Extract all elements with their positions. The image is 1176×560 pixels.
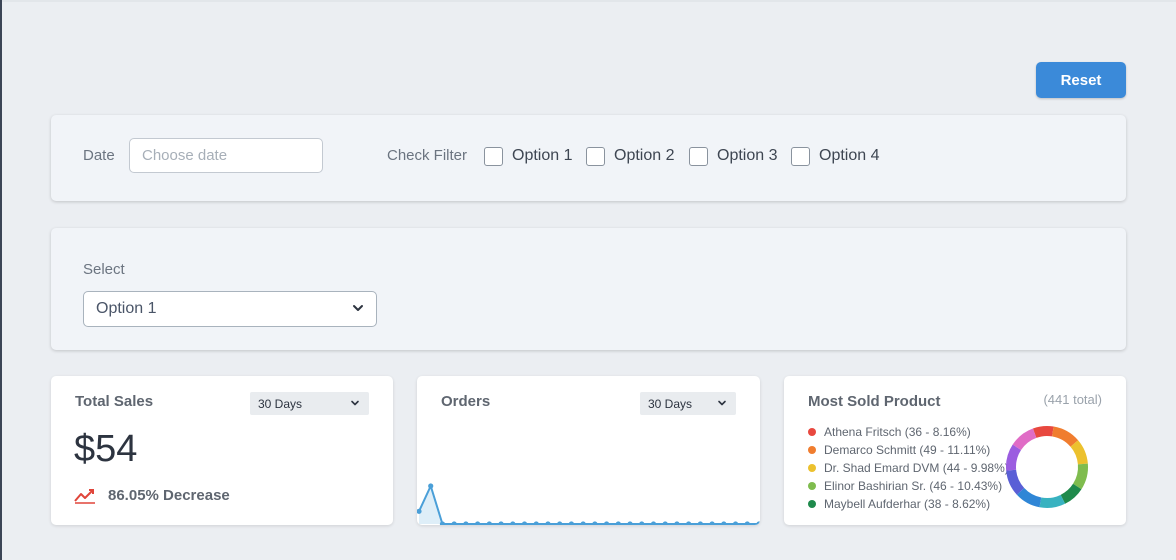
orders-point xyxy=(533,521,539,525)
check-filter-label: Check Filter xyxy=(387,147,468,164)
orders-point xyxy=(639,521,645,525)
checkbox-box[interactable] xyxy=(586,146,605,166)
donut-slice xyxy=(1006,444,1022,471)
donut-slice xyxy=(1039,494,1066,508)
donut-slice xyxy=(1016,487,1042,508)
product-legend: Athena Fritsch (36 - 8.16%) Demarco Schm… xyxy=(808,423,1009,513)
orders-point xyxy=(662,521,668,525)
orders-point xyxy=(615,521,621,525)
orders-point xyxy=(697,521,703,525)
date-input[interactable] xyxy=(129,138,323,173)
orders-point xyxy=(486,521,492,525)
select-label: Select xyxy=(83,261,125,278)
checkbox-label: Option 2 xyxy=(614,147,675,164)
orders-point xyxy=(521,521,528,525)
most-sold-card: Most Sold Product (441 total) Athena Fri… xyxy=(784,376,1126,525)
trend-down-icon xyxy=(74,488,95,504)
chevron-down-icon xyxy=(353,305,363,311)
filter-panel: Date Check Filter Option 1 Option 2 Opti… xyxy=(51,115,1126,201)
checkbox-box[interactable] xyxy=(791,146,810,166)
orders-point xyxy=(744,521,750,525)
chevron-down-icon xyxy=(351,400,359,406)
orders-point xyxy=(557,521,563,525)
checkbox-label: Option 1 xyxy=(512,147,573,164)
orders-point xyxy=(592,521,598,525)
legend-item: Maybell Aufderhar (38 - 8.62%) xyxy=(808,495,1009,513)
card-title: Most Sold Product xyxy=(808,393,941,410)
checkbox-option-1[interactable]: Option 1 xyxy=(484,146,572,166)
donut-slice xyxy=(1070,440,1088,465)
legend-dot xyxy=(808,500,816,508)
checkbox-option-4[interactable]: Option 4 xyxy=(791,146,879,166)
legend-dot xyxy=(808,446,816,454)
legend-item: Elinor Bashirian Sr. (46 - 10.43%) xyxy=(808,477,1009,495)
legend-label: Maybell Aufderhar (38 - 8.62%) xyxy=(824,497,991,511)
donut-slice xyxy=(1060,483,1082,504)
checkbox-label: Option 3 xyxy=(717,147,778,164)
legend-label: Athena Fritsch (36 - 8.16%) xyxy=(824,425,971,439)
checkbox-option-2[interactable]: Option 2 xyxy=(586,146,674,166)
legend-label: Demarco Schmitt (49 - 11.11%) xyxy=(824,443,991,457)
orders-point xyxy=(428,483,434,489)
option-select[interactable]: Option 1 xyxy=(83,291,377,327)
total-count: (441 total) xyxy=(1043,392,1102,407)
orders-point xyxy=(545,521,551,525)
orders-area xyxy=(419,486,759,524)
total-sales-card: Total Sales 30 Days $54 86.05% Decrease xyxy=(51,376,393,525)
date-label: Date xyxy=(83,147,115,164)
orders-point xyxy=(709,521,715,525)
orders-point xyxy=(603,521,610,525)
select-value: Option 1 xyxy=(96,300,157,317)
checkbox-box[interactable] xyxy=(484,146,503,166)
orders-point xyxy=(580,521,586,525)
donut-slice xyxy=(1006,469,1025,495)
orders-point xyxy=(627,521,633,525)
orders-point xyxy=(756,521,760,525)
legend-dot xyxy=(808,428,816,436)
legend-label: Elinor Bashirian Sr. (46 - 10.43%) xyxy=(824,479,1003,493)
trend-text: 86.05% Decrease xyxy=(108,487,230,504)
orders-point xyxy=(732,521,739,525)
orders-point xyxy=(721,521,727,525)
orders-point xyxy=(510,521,516,525)
legend-item: Athena Fritsch (36 - 8.16%) xyxy=(808,423,1009,441)
legend-dot xyxy=(808,464,816,472)
legend-label: Dr. Shad Emard DVM (44 - 9.98%) xyxy=(824,461,1009,475)
legend-item: Dr. Shad Emard DVM (44 - 9.98%) xyxy=(808,459,1009,477)
sales-value: $54 xyxy=(74,428,138,470)
orders-chart xyxy=(417,483,760,525)
donut-slice xyxy=(1072,463,1088,490)
donut-slice xyxy=(1051,426,1079,447)
select-panel: Select Option 1 xyxy=(51,228,1126,350)
reset-button[interactable]: Reset xyxy=(1036,62,1126,98)
orders-line xyxy=(418,483,759,525)
orders-point xyxy=(451,521,457,525)
legend-item: Demarco Schmitt (49 - 11.11%) xyxy=(808,441,1009,459)
orders-point xyxy=(674,521,680,525)
period-value: 30 Days xyxy=(258,396,303,411)
orders-point xyxy=(463,521,469,525)
orders-point xyxy=(568,521,575,525)
donut-chart xyxy=(1006,426,1088,508)
orders-point xyxy=(475,521,481,525)
donut-slice xyxy=(1032,426,1054,438)
legend-dot xyxy=(808,482,816,490)
trend-indicator: 86.05% Decrease xyxy=(74,487,230,504)
top-border xyxy=(2,0,1176,2)
checkbox-option-3[interactable]: Option 3 xyxy=(689,146,777,166)
card-title: Total Sales xyxy=(75,393,154,410)
checkbox-label: Option 4 xyxy=(819,147,880,164)
checkbox-box[interactable] xyxy=(689,146,708,166)
orders-point xyxy=(498,521,504,525)
period-select[interactable]: 30 Days xyxy=(250,392,369,415)
orders-point xyxy=(686,521,692,525)
donut-slice xyxy=(1012,428,1037,451)
orders-card: Orders 30 Days xyxy=(417,376,760,525)
orders-point xyxy=(650,521,657,525)
